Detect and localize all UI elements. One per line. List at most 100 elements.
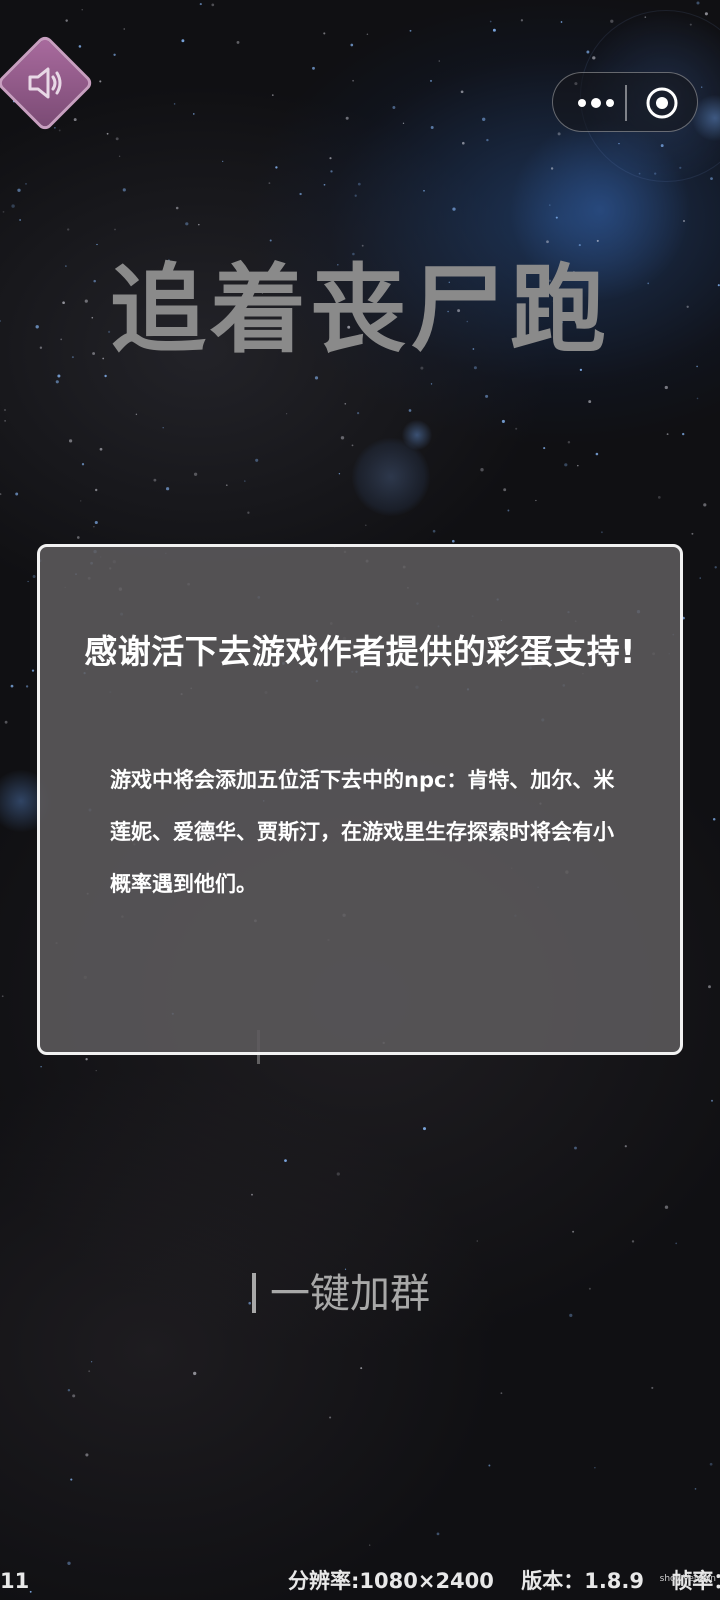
- star-dot: [10, 684, 14, 688]
- star-dot: [72, 1394, 76, 1398]
- star-dot: [299, 192, 302, 196]
- easter-egg-dialog[interactable]: 感谢活下去游戏作者提供的彩蛋支持! 游戏中将会添加五位活下去中的npc：肯特、加…: [37, 544, 683, 1055]
- star-dot: [114, 228, 116, 231]
- star-dot: [68, 439, 73, 443]
- star-dot: [122, 188, 126, 192]
- star-dot: [657, 496, 661, 499]
- star-dot: [67, 1388, 71, 1392]
- status-version-tag: showVersion: [659, 1574, 716, 1584]
- status-left-number: 11: [0, 1569, 30, 1593]
- star-dot: [503, 488, 507, 492]
- star-dot: [135, 413, 138, 416]
- star-dot: [76, 536, 80, 539]
- star-dot: [588, 400, 592, 404]
- star-dot: [271, 94, 274, 96]
- star-dot: [85, 1058, 88, 1061]
- star-dot: [492, 28, 496, 32]
- star-dot: [488, 1464, 491, 1467]
- star-dot: [329, 1416, 332, 1419]
- star-dot: [691, 532, 694, 535]
- star-dot: [350, 43, 354, 47]
- star-dot: [173, 103, 176, 105]
- join-group-label: 一键加群: [270, 1271, 430, 1317]
- star-dot: [422, 1127, 427, 1131]
- more-dots-icon[interactable]: [573, 91, 619, 115]
- star-dot: [683, 220, 685, 222]
- star-dot: [430, 383, 433, 385]
- star-dot: [338, 473, 341, 475]
- star-dot: [185, 222, 189, 226]
- star-dot: [352, 79, 354, 82]
- star-dot: [462, 141, 465, 145]
- star-dot: [166, 487, 170, 491]
- star-dot: [81, 463, 85, 466]
- dialog-title: 感谢活下去游戏作者提供的彩蛋支持!: [84, 632, 636, 671]
- star-dot: [95, 1070, 97, 1072]
- star-dot: [336, 1172, 340, 1176]
- star-dot: [482, 117, 486, 121]
- star-dot: [175, 206, 179, 210]
- star-dot: [70, 1478, 73, 1481]
- star-dot: [351, 444, 354, 447]
- close-target-icon[interactable]: [645, 86, 679, 120]
- star-dot: [588, 1287, 591, 1290]
- star-dot: [366, 33, 369, 35]
- star-dot: [567, 440, 571, 444]
- star-dot: [369, 1544, 371, 1546]
- star-dot: [31, 669, 35, 672]
- star-dot: [703, 503, 707, 507]
- star-dot: [248, 1301, 251, 1305]
- star-dot: [515, 427, 518, 430]
- mini-program-capsule: [552, 72, 698, 132]
- star-dot: [236, 40, 240, 44]
- star-dot: [4, 420, 6, 422]
- star-dot: [500, 1392, 503, 1395]
- star-dot: [115, 137, 119, 141]
- star-dot: [708, 985, 711, 989]
- star-dot: [269, 239, 272, 242]
- star-dot: [409, 29, 412, 32]
- star-dot: [631, 1240, 635, 1243]
- star-dot: [560, 21, 563, 23]
- star-dot: [651, 1386, 654, 1389]
- star-dot: [408, 409, 412, 412]
- star-dot: [193, 113, 195, 115]
- star-dot: [569, 1313, 573, 1317]
- join-group-button[interactable]: 一键加群: [252, 1264, 430, 1324]
- star-dot: [251, 1193, 253, 1196]
- star-dot: [476, 1240, 479, 1242]
- join-group-bar: [252, 1273, 256, 1313]
- star-dot: [664, 385, 668, 390]
- star-dot: [284, 1159, 287, 1162]
- star-dot: [664, 1205, 669, 1209]
- star-dot: [4, 720, 8, 724]
- star-dot: [2, 211, 5, 213]
- star-dot: [19, 219, 21, 221]
- star-dot: [550, 167, 554, 170]
- star-dot: [699, 577, 701, 579]
- star-dot: [55, 380, 59, 384]
- star-dot: [501, 419, 505, 423]
- star-dot: [402, 122, 405, 124]
- star-dot: [25, 685, 29, 688]
- star-dot: [489, 20, 492, 23]
- star-dot: [340, 436, 345, 440]
- star-dot: [429, 79, 433, 82]
- star-dot: [312, 66, 315, 70]
- star-dot: [694, 1488, 697, 1490]
- star-dot: [93, 525, 95, 528]
- star-dot: [225, 484, 228, 487]
- star-dot: [432, 529, 436, 533]
- star-dot: [0, 493, 2, 496]
- star-dot: [3, 408, 7, 412]
- star-dot: [557, 132, 561, 136]
- star-dot: [714, 566, 717, 569]
- star-dot: [323, 183, 326, 186]
- star-dot: [88, 1370, 91, 1373]
- star-dot: [118, 155, 121, 157]
- star-dot: [15, 492, 19, 496]
- star-dot: [198, 223, 200, 226]
- star-dot: [361, 244, 364, 247]
- star-dot: [555, 216, 558, 219]
- star-dot: [710, 177, 713, 180]
